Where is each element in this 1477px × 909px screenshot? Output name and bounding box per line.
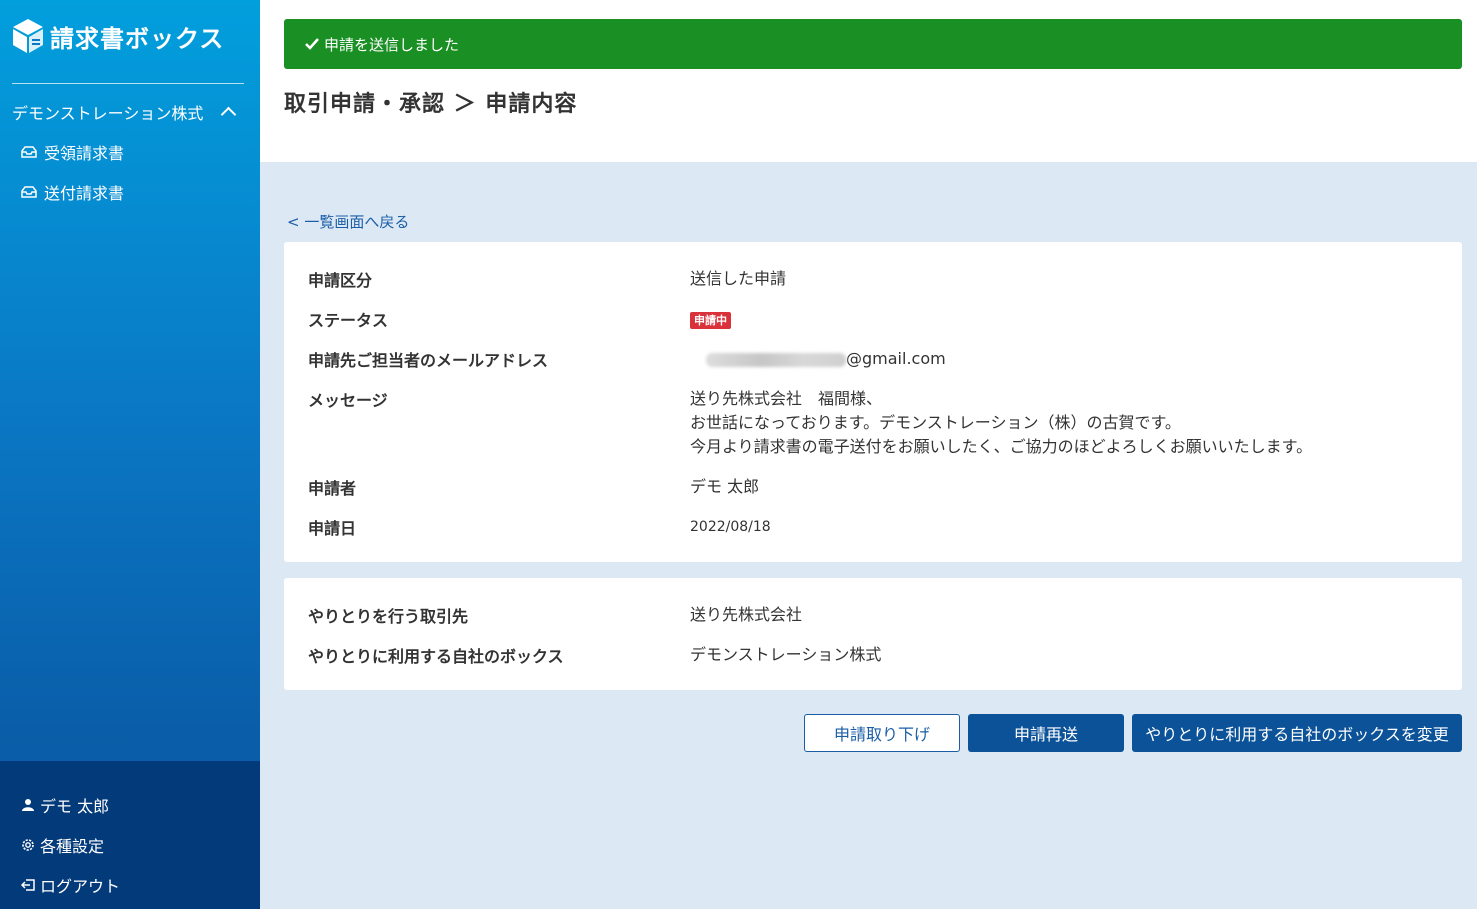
status-value-wrap: 申請中 <box>690 307 731 331</box>
page-title: 取引申請・承認 ＞ 申請内容 <box>284 92 578 117</box>
date-value: 2022/08/18 <box>690 519 771 535</box>
success-alert: 申請を送信しました <box>284 19 1462 69</box>
app-logo[interactable]: 請求書ボックス <box>12 18 224 54</box>
company-name: デモンストレーション株式 <box>12 104 204 123</box>
applicant-value: デモ 太郎 <box>690 477 760 496</box>
email-value: @gmail.com <box>706 347 946 371</box>
box-label: やりとりに利用する自社のボックス <box>308 647 564 666</box>
sidebar-item-label: 送付請求書 <box>44 184 125 203</box>
resend-application-button[interactable]: 申請再送 <box>968 714 1124 752</box>
gear-icon <box>22 839 34 851</box>
box-link[interactable]: デモンストレーション株式 <box>690 643 881 667</box>
type-value: 送信した申請 <box>690 269 787 288</box>
back-to-list-link[interactable]: < 一覧画面へ戻る <box>287 211 409 232</box>
partner-label: やりとりを行う取引先 <box>308 607 469 626</box>
sidebar-item-sent-invoices[interactable]: 送付請求書 <box>20 180 124 204</box>
logout-icon <box>20 879 35 891</box>
inbox-icon <box>21 186 37 198</box>
partner-card: やりとりを行う取引先 送り先株式会社 やりとりに利用する自社のボックス デモンス… <box>284 578 1462 690</box>
type-label: 申請区分 <box>308 271 373 290</box>
sidebar-divider <box>12 83 244 84</box>
date-label: 申請日 <box>308 519 357 538</box>
email-domain: @gmail.com <box>846 349 946 368</box>
settings-label: 各種設定 <box>40 837 105 856</box>
message-value: 送り先株式会社 福間様、 お世話になっております。デモンストレーション（株）の古… <box>690 387 1312 459</box>
message-line: 送り先株式会社 福間様、 <box>690 389 883 408</box>
user-name: デモ 太郎 <box>40 797 110 816</box>
sidebar-item-label: 受領請求書 <box>44 144 125 163</box>
withdraw-application-button[interactable]: 申請取り下げ <box>804 714 960 752</box>
user-menu[interactable]: デモ 太郎 <box>20 793 109 817</box>
applicant-label: 申請者 <box>308 479 357 498</box>
message-line: お世話になっております。デモンストレーション（株）の古賀です。 <box>690 413 1181 432</box>
email-label: 申請先ご担当者のメールアドレス <box>308 351 549 370</box>
settings-link[interactable]: 各種設定 <box>20 833 104 857</box>
check-icon <box>305 38 319 50</box>
sidebar: 請求書ボックス デモンストレーション株式 受領請求書 送付請求書 デモ 太郎 各… <box>0 0 260 909</box>
status-label: ステータス <box>308 311 389 330</box>
chevron-up-icon <box>220 106 237 123</box>
change-box-button[interactable]: やりとりに利用する自社のボックスを変更 <box>1132 714 1462 752</box>
logout-label: ログアウト <box>40 877 121 896</box>
redacted-email-local <box>706 352 846 367</box>
company-selector[interactable]: デモンストレーション株式 <box>12 100 244 124</box>
message-label: メッセージ <box>308 391 388 410</box>
alert-message: 申請を送信しました <box>324 35 460 54</box>
application-details-card: 申請区分 送信した申請 ステータス 申請中 申請先ご担当者のメールアドレス @g… <box>284 242 1462 562</box>
logo-text: 請求書ボックス <box>50 24 225 53</box>
sidebar-footer: デモ 太郎 各種設定 ログアウト <box>0 761 260 909</box>
partner-link[interactable]: 送り先株式会社 <box>690 603 802 627</box>
logo-icon <box>13 19 43 53</box>
user-icon <box>22 799 34 811</box>
sidebar-item-received-invoices[interactable]: 受領請求書 <box>20 140 124 164</box>
status-badge: 申請中 <box>690 312 731 329</box>
inbox-icon <box>21 146 37 158</box>
logout-link[interactable]: ログアウト <box>20 873 120 897</box>
message-line: 今月より請求書の電子送付をお願いしたく、ご協力のほどよろしくお願いいたします。 <box>690 437 1313 456</box>
